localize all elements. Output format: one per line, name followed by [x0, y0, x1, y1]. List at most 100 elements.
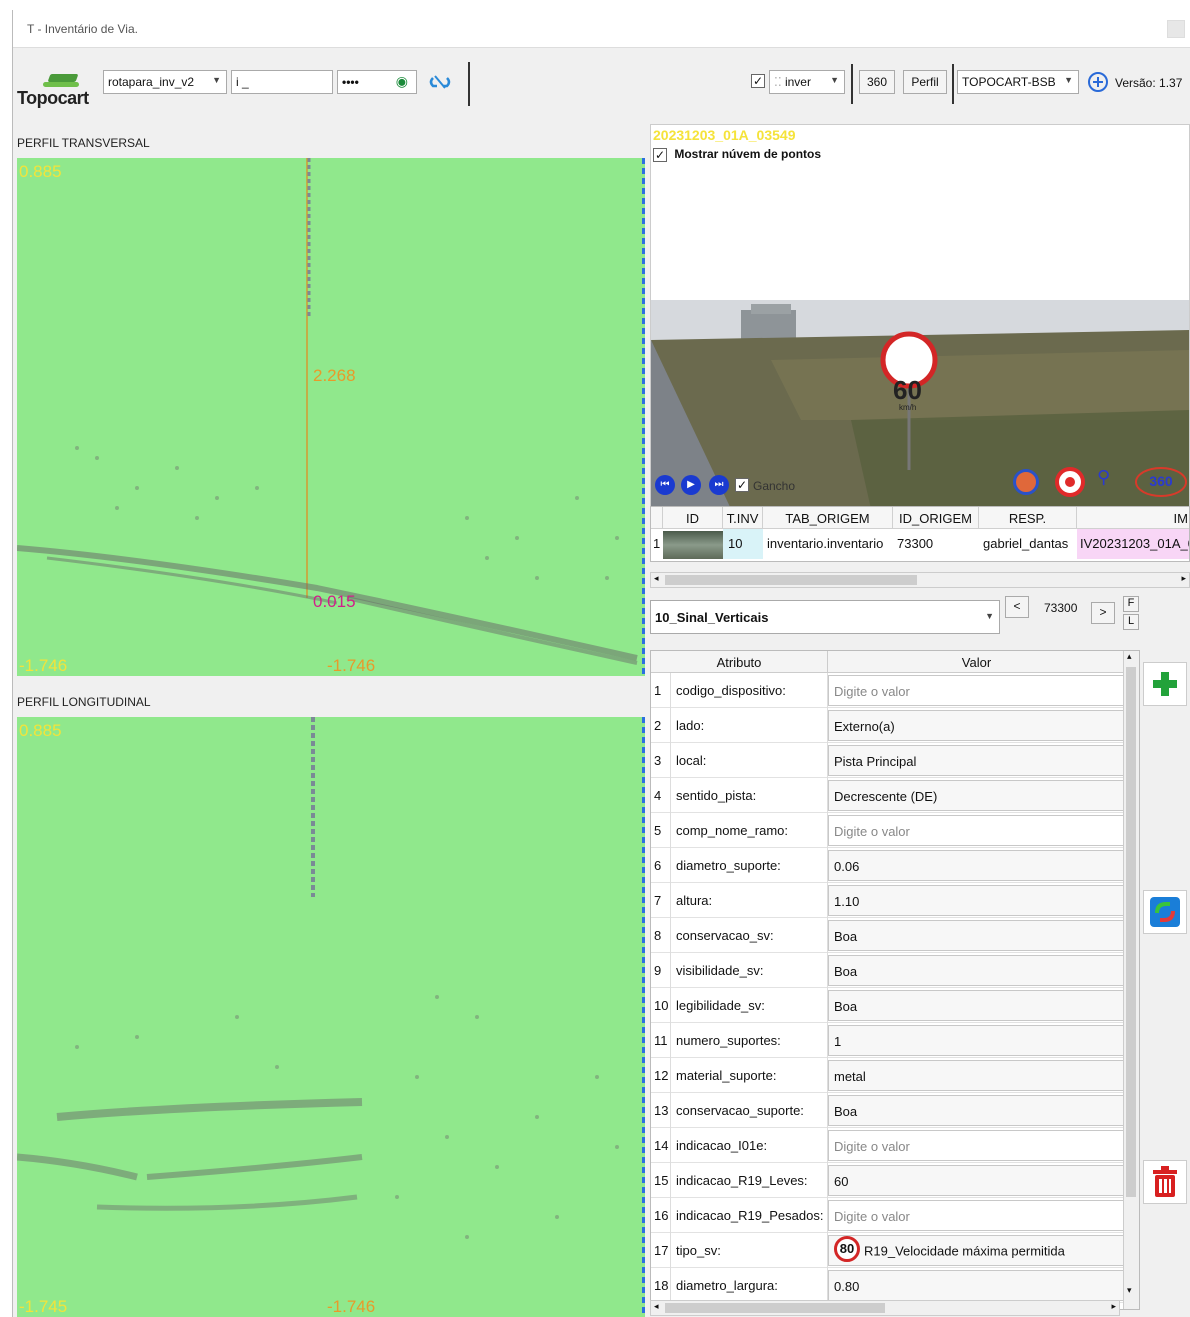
scroll-right-icon[interactable]: ▸: [1181, 573, 1186, 584]
show-cloud-option[interactable]: ✓ Mostrar núvem de pontos: [653, 147, 821, 162]
prev-record-button[interactable]: <: [1005, 596, 1029, 618]
attribute-row[interactable]: 7 altura: 1.10: [651, 883, 1139, 918]
attribute-value-field[interactable]: 1: [828, 1025, 1124, 1056]
add-button[interactable]: [1143, 662, 1187, 706]
id-origem-cell[interactable]: 73300: [893, 529, 979, 559]
attribute-value-field[interactable]: Decrescente (DE): [828, 780, 1124, 811]
column-header[interactable]: T.INV: [723, 507, 763, 529]
attribute-row[interactable]: 2 lado: Externo(a): [651, 708, 1139, 743]
server-combo[interactable]: TOPOCART-BSB ▼: [957, 70, 1079, 94]
attribute-value-field[interactable]: Pista Principal: [828, 745, 1124, 776]
attribute-row[interactable]: 1 codigo_dispositivo: Digite o valor: [651, 673, 1139, 708]
user-input[interactable]: i _: [231, 70, 333, 94]
next-frame-icon[interactable]: ⏭: [709, 475, 729, 495]
attribute-row[interactable]: 3 local: Pista Principal: [651, 743, 1139, 778]
column-header[interactable]: IM: [1077, 507, 1189, 529]
im-cell[interactable]: IV20231203_01A_0: [1077, 529, 1189, 559]
attribute-value-field[interactable]: Boa: [828, 920, 1124, 951]
column-header[interactable]: RESP.: [979, 507, 1077, 529]
scroll-thumb[interactable]: [1126, 667, 1136, 1197]
attribute-row[interactable]: 17 tipo_sv: 80 R19_Velocidade máxima permit…: [651, 1233, 1139, 1268]
attribute-value-field[interactable]: 0.06: [828, 850, 1124, 881]
attribute-value-field[interactable]: 0.80: [828, 1270, 1124, 1301]
last-record-button[interactable]: L: [1123, 614, 1139, 630]
first-frame-icon[interactable]: ⏮: [655, 475, 675, 495]
scroll-down-icon[interactable]: ▾: [1127, 1285, 1132, 1296]
close-button[interactable]: [1167, 20, 1185, 38]
inver-combo[interactable]: ⁚⁚ inver ▼: [769, 70, 845, 94]
tinv-cell[interactable]: 10: [723, 529, 763, 559]
next-record-button[interactable]: >: [1091, 602, 1115, 624]
target-icon[interactable]: [1055, 467, 1085, 497]
scroll-thumb[interactable]: [665, 1303, 885, 1313]
attribute-value-field[interactable]: Boa: [828, 1095, 1124, 1126]
scroll-right-icon[interactable]: ▸: [1111, 1301, 1116, 1312]
attribute-row[interactable]: 6 diametro_suporte: 0.06: [651, 848, 1139, 883]
attribute-value-field[interactable]: Digite o valor: [828, 1200, 1124, 1231]
gancho-checkbox[interactable]: ✓: [735, 478, 749, 492]
attribute-value-field[interactable]: Boa: [828, 955, 1124, 986]
layer-combo[interactable]: 10_Sinal_Verticais ▼: [650, 600, 1000, 634]
attribute-vscrollbar[interactable]: ▴ ▾: [1123, 651, 1139, 1309]
rotate-icon[interactable]: [1013, 469, 1039, 495]
refresh-button[interactable]: [1143, 890, 1187, 934]
column-header[interactable]: TAB_ORIGEM: [763, 507, 893, 529]
delete-button[interactable]: [1143, 1160, 1187, 1204]
link-icon[interactable]: [427, 70, 453, 94]
360-button[interactable]: 360: [859, 70, 895, 94]
attribute-name: legibilidade_sv:: [671, 988, 828, 1023]
scroll-up-icon[interactable]: ▴: [1127, 651, 1132, 662]
tab-origem-cell[interactable]: inventario.inventario: [763, 529, 893, 559]
attribute-value-field[interactable]: 60: [828, 1165, 1124, 1196]
image-viewer[interactable]: 20231203_01A_03549 ✓ Mostrar núvem de po…: [650, 124, 1190, 508]
project-combo[interactable]: rotapara_inv_v2 ▼: [103, 70, 227, 94]
attribute-row[interactable]: 8 conservacao_sv: Boa: [651, 918, 1139, 953]
view-360-icon[interactable]: 360: [1135, 467, 1187, 497]
thumbnail-image[interactable]: [663, 531, 723, 559]
column-header[interactable]: ID_ORIGEM: [893, 507, 979, 529]
scroll-left-icon[interactable]: ◂: [654, 573, 659, 584]
attribute-row[interactable]: 14 indicacao_I01e: Digite o valor: [651, 1128, 1139, 1163]
attribute-row[interactable]: 9 visibilidade_sv: Boa: [651, 953, 1139, 988]
eye-icon[interactable]: ◉: [396, 73, 408, 90]
attribute-row[interactable]: 12 material_suporte: metal: [651, 1058, 1139, 1093]
attribute-row[interactable]: 4 sentido_pista: Decrescente (DE): [651, 778, 1139, 813]
attribute-value-field[interactable]: 1.10: [828, 885, 1124, 916]
attribute-hscrollbar[interactable]: ◂ ▸: [650, 1300, 1120, 1316]
scroll-left-icon[interactable]: ◂: [654, 1301, 659, 1312]
attribute-value-field[interactable]: Boa: [828, 990, 1124, 1021]
add-circle-icon[interactable]: [1085, 70, 1111, 94]
attribute-row[interactable]: 18 diametro_largura: 0.80: [651, 1268, 1139, 1303]
longitudinal-plot[interactable]: 0.885 -1.745 -1.746: [17, 717, 645, 1317]
attribute-row[interactable]: 10 legibilidade_sv: Boa: [651, 988, 1139, 1023]
password-input[interactable]: •••• ◉: [337, 70, 417, 94]
attribute-header[interactable]: Atributo: [651, 651, 828, 673]
results-hscrollbar[interactable]: ◂ ▸: [650, 572, 1190, 588]
value-header[interactable]: Valor: [828, 651, 1125, 673]
attribute-row[interactable]: 5 comp_nome_ramo: Digite o valor: [651, 813, 1139, 848]
play-icon[interactable]: ▶: [681, 475, 701, 495]
show-cloud-checkbox[interactable]: ✓: [653, 147, 667, 162]
inver-checkbox[interactable]: ✓: [751, 74, 765, 88]
resp-cell[interactable]: gabriel_dantas: [979, 529, 1077, 559]
perfil-button[interactable]: Perfil: [903, 70, 947, 94]
scroll-thumb[interactable]: [665, 575, 917, 585]
attribute-row[interactable]: 16 indicacao_R19_Pesados: Digite o valor: [651, 1198, 1139, 1233]
attribute-value-field[interactable]: Digite o valor: [828, 1130, 1124, 1161]
transversal-plot[interactable]: 0.885 2.268 0.015 -1.746 -1.746: [17, 158, 645, 676]
attribute-row[interactable]: 13 conservacao_suporte: Boa: [651, 1093, 1139, 1128]
first-record-button[interactable]: F: [1123, 596, 1139, 612]
attribute-row[interactable]: 11 numero_suportes: 1: [651, 1023, 1139, 1058]
window-title: T - Inventário de Via.: [27, 22, 138, 36]
server-combo-value: TOPOCART-BSB: [962, 75, 1056, 89]
attribute-value-field[interactable]: Externo(a): [828, 710, 1124, 741]
pin-icon[interactable]: ⚲: [1097, 467, 1127, 497]
attribute-row-number: 15: [651, 1163, 671, 1198]
attribute-row-number: 17: [651, 1233, 671, 1268]
attribute-value-field[interactable]: Digite o valor: [828, 815, 1124, 846]
column-header[interactable]: ID: [663, 507, 723, 529]
attribute-value-field[interactable]: 80 R19_Velocidade máxima permitida: [828, 1235, 1124, 1266]
attribute-row[interactable]: 15 indicacao_R19_Leves: 60: [651, 1163, 1139, 1198]
attribute-value-field[interactable]: Digite o valor: [828, 675, 1124, 706]
attribute-value-field[interactable]: metal: [828, 1060, 1124, 1091]
